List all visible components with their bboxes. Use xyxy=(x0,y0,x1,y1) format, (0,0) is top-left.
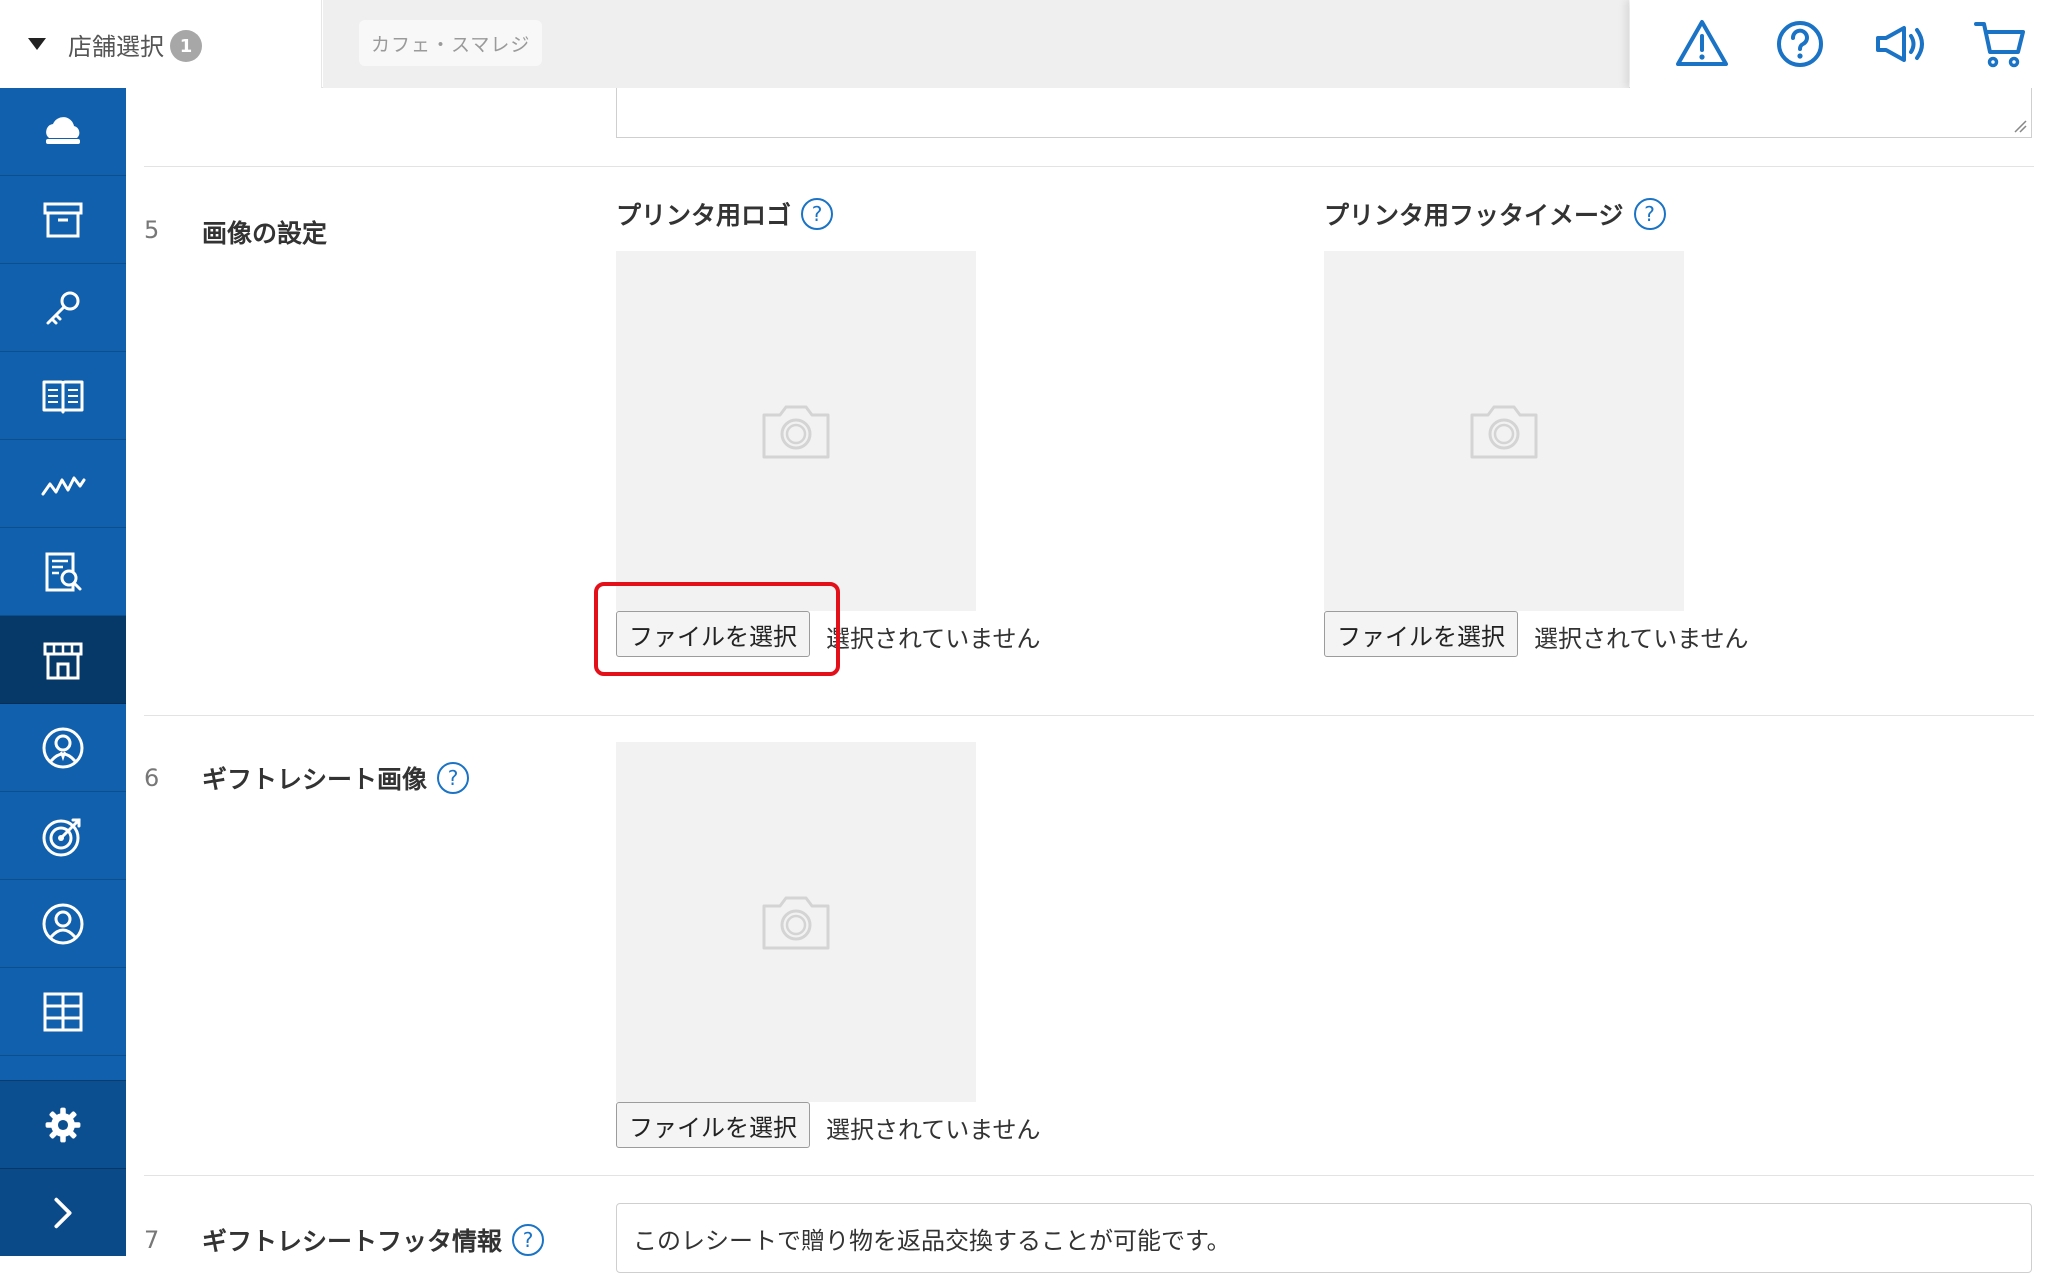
gift-receipt-image-label: ギフトレシート画像 xyxy=(202,765,428,794)
key-icon xyxy=(46,291,80,324)
staff-icon xyxy=(42,727,84,768)
sidebar-item-staff[interactable] xyxy=(0,704,126,792)
sidebar-item-customers[interactable] xyxy=(0,880,126,968)
previous-textarea[interactable] xyxy=(616,88,2032,138)
printer-logo-file-status: 選択されていません xyxy=(826,625,1041,653)
printer-footer-file-status: 選択されていません xyxy=(1534,625,1749,653)
help-icon[interactable]: ? xyxy=(1633,198,1666,230)
printer-footer-title: プリンタ用フッタイメージ ? xyxy=(1324,196,1666,232)
expand-sidebar-button[interactable] xyxy=(0,1168,126,1256)
top-header: 店舗選択 1 カフェ・スマレジ xyxy=(0,0,2048,88)
sidebar-item-products[interactable] xyxy=(0,176,126,264)
gift-receipt-footer-input[interactable]: このレシートで贈り物を返品交換することが可能です。 xyxy=(616,1203,2032,1273)
sidebar-item-key[interactable] xyxy=(0,264,126,352)
image-settings-label: 画像の設定 xyxy=(202,219,328,248)
cart-icon[interactable] xyxy=(1972,16,2028,72)
header-actions xyxy=(1630,0,2048,88)
printer-footer-file-button[interactable]: ファイルを選択 xyxy=(1324,611,1518,657)
camera-icon xyxy=(1470,405,1538,459)
printer-footer-preview xyxy=(1324,251,1684,611)
printer-logo-preview xyxy=(616,251,976,611)
camera-icon xyxy=(762,896,830,950)
sidebar-item-reports[interactable] xyxy=(0,528,126,616)
gift-receipt-file-status: 選択されていません xyxy=(826,1116,1041,1144)
image-settings-title: 画像の設定 xyxy=(202,214,327,250)
chart-line-icon xyxy=(41,476,86,495)
help-icon[interactable]: ? xyxy=(512,1224,545,1256)
store-selector[interactable]: 店舗選択 1 xyxy=(0,0,322,88)
help-icon[interactable]: ? xyxy=(801,198,834,230)
caret-down-icon xyxy=(28,38,46,50)
gift-receipt-file-button[interactable]: ファイルを選択 xyxy=(616,1102,810,1148)
printer-logo-title: プリンタ用ロゴ ? xyxy=(616,196,834,232)
sidebar-item-analytics[interactable] xyxy=(0,440,126,528)
printer-logo-label: プリンタ用ロゴ xyxy=(616,201,792,230)
store-count-badge: 1 xyxy=(170,30,202,62)
highlight-box xyxy=(594,582,840,676)
customer-icon xyxy=(42,903,84,944)
chevron-right-icon xyxy=(54,1197,72,1228)
book-icon xyxy=(42,380,84,413)
sidebar xyxy=(0,88,126,1256)
resize-handle-icon[interactable] xyxy=(2013,119,2027,133)
store-select-label: 店舗選択 xyxy=(68,32,164,61)
target-icon xyxy=(42,818,81,856)
gift-receipt-image-title: ギフトレシート画像 ? xyxy=(202,760,470,796)
row-number: 5 xyxy=(144,216,160,244)
warning-icon[interactable] xyxy=(1674,16,1730,72)
megaphone-icon[interactable] xyxy=(1872,16,1928,72)
gift-receipt-footer-title: ギフトレシートフッタ情報 ? xyxy=(202,1222,545,1258)
gift-receipt-footer-label: ギフトレシートフッタ情報 xyxy=(202,1227,503,1256)
row-number: 6 xyxy=(144,764,160,792)
help-icon[interactable]: ? xyxy=(437,762,470,794)
sidebar-item-target[interactable] xyxy=(0,792,126,880)
sidebar-item-book[interactable] xyxy=(0,352,126,440)
section-divider xyxy=(144,715,2034,716)
grid-icon xyxy=(43,992,83,1031)
archive-box-icon xyxy=(43,202,83,237)
row-number: 7 xyxy=(144,1226,160,1254)
current-store-chip[interactable]: カフェ・スマレジ xyxy=(359,20,543,66)
report-search-icon xyxy=(45,552,82,591)
sidebar-item-apps[interactable] xyxy=(0,968,126,1056)
camera-icon xyxy=(762,405,830,459)
section-divider xyxy=(144,166,2034,167)
help-circle-icon[interactable] xyxy=(1772,16,1828,72)
section-divider xyxy=(144,1175,2034,1176)
gear-icon xyxy=(45,1107,81,1142)
settings-button[interactable] xyxy=(0,1080,126,1168)
sidebar-item-store[interactable] xyxy=(0,616,126,704)
main-content: 5 画像の設定 プリンタ用ロゴ ? ファイルを選択 選択されていません プリンタ… xyxy=(126,88,2048,1273)
store-icon xyxy=(43,642,83,679)
cloud-icon xyxy=(46,116,80,144)
header-store-bar: カフェ・スマレジ xyxy=(323,0,1629,88)
gift-receipt-image-preview xyxy=(616,742,976,1102)
printer-footer-label: プリンタ用フッタイメージ xyxy=(1324,201,1624,230)
sidebar-item-cloud[interactable] xyxy=(0,88,126,176)
